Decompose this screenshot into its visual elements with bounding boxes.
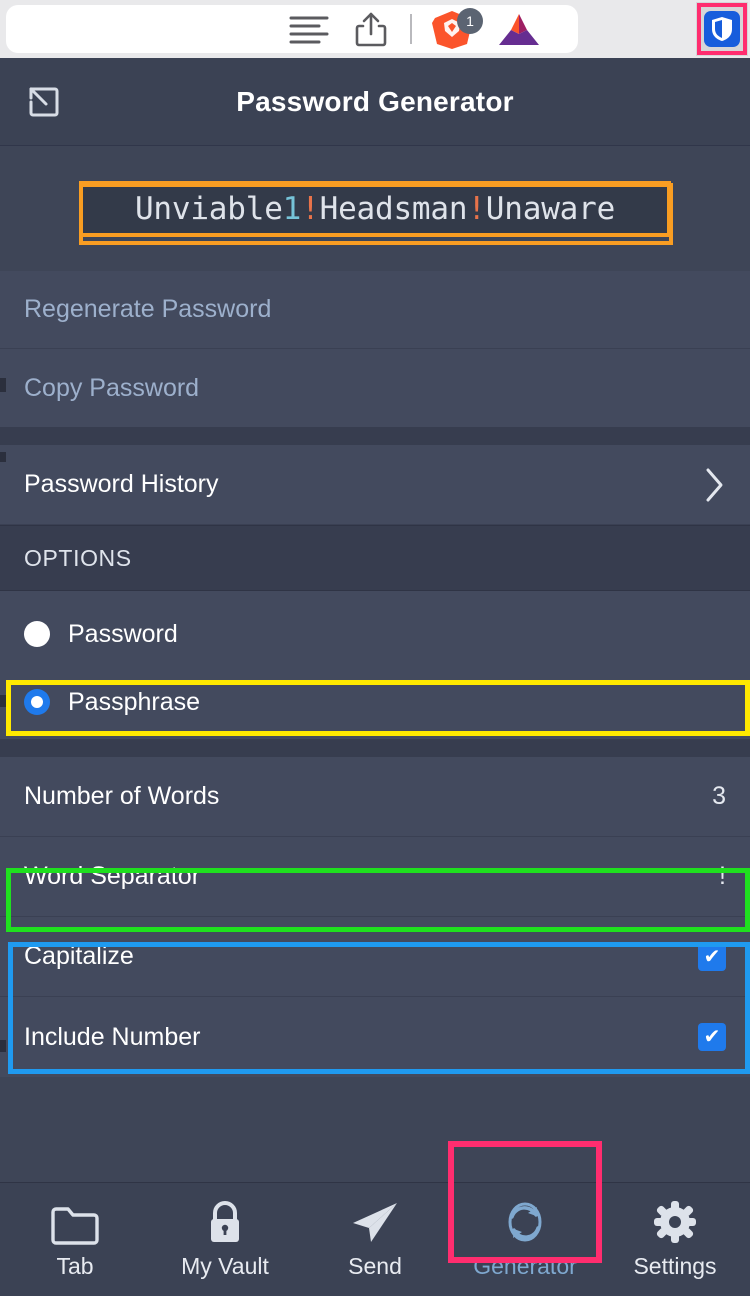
bitwarden-shield-icon: [704, 11, 740, 47]
tab-item-my-vault[interactable]: My Vault: [150, 1183, 300, 1296]
paper-plane-icon: [349, 1200, 401, 1246]
generated-password-text: Unviable1!Headsman!Unaware: [135, 191, 615, 227]
radio-passphrase-icon: [24, 689, 50, 715]
edge-sliver-2: [0, 452, 6, 462]
tab-label-settings: Settings: [633, 1252, 717, 1279]
reader-mode-icon[interactable]: [288, 13, 330, 45]
radio-password-icon: [24, 621, 50, 647]
popup-header: Password Generator: [0, 58, 750, 146]
page-title: Password Generator: [236, 85, 514, 117]
regenerate-password-button[interactable]: Regenerate Password: [0, 271, 750, 349]
include-number-checkbox[interactable]: ✔: [698, 1023, 726, 1051]
pop-out-icon[interactable]: [18, 80, 66, 124]
gear-icon: [651, 1200, 699, 1246]
password-word-3: Unaware: [485, 190, 616, 227]
password-word-2: Headsman: [319, 190, 468, 227]
tab-item-send[interactable]: Send: [300, 1183, 450, 1296]
section-gap-1: [0, 427, 750, 445]
password-word-1: Unviable: [134, 190, 283, 227]
brave-shield-count-badge[interactable]: 1: [457, 8, 483, 34]
include-number-row[interactable]: Include Number ✔: [0, 997, 750, 1077]
bottom-tab-bar: Tab My Vault Send Generator Settings: [0, 1182, 750, 1296]
options-section-header: OPTIONS: [0, 525, 750, 591]
radio-passphrase-label: Passphrase: [68, 687, 201, 716]
capitalize-checkbox[interactable]: ✔: [698, 942, 726, 971]
copy-password-label: Copy Password: [24, 373, 200, 402]
password-separator-1: !: [301, 190, 320, 227]
radio-row-password[interactable]: Password: [0, 603, 750, 665]
password-number: 1: [282, 190, 302, 227]
tab-label-my-vault: My Vault: [181, 1252, 269, 1279]
include-number-label: Include Number: [24, 1022, 201, 1051]
regenerate-password-label: Regenerate Password: [24, 295, 272, 323]
radio-password-label: Password: [68, 619, 178, 648]
options-section-title: OPTIONS: [24, 544, 132, 571]
word-separator-row[interactable]: Word Separator !: [0, 837, 750, 917]
copy-password-button[interactable]: Copy Password: [0, 349, 750, 427]
tab-label-tab: Tab: [56, 1252, 94, 1279]
password-history-label: Password History: [24, 470, 219, 498]
word-separator-label: Word Separator: [24, 862, 201, 890]
generator-type-group: Password Passphrase: [0, 591, 750, 739]
bat-token-icon[interactable]: [497, 12, 541, 48]
bitwarden-popup: Password Generator Unviable1!Headsman!Un…: [0, 58, 750, 1296]
tab-label-send: Send: [348, 1252, 402, 1279]
number-of-words-row[interactable]: Number of Words 3: [0, 757, 750, 837]
radio-row-passphrase[interactable]: Passphrase: [0, 665, 750, 739]
edge-sliver-4: [0, 1040, 6, 1052]
screenshot-root: 1 Password Generator Unviable1!Headsman!…: [0, 0, 750, 1296]
password-separator-2: !: [467, 190, 486, 227]
word-separator-value: !: [719, 862, 726, 890]
tab-label-generator: Generator: [473, 1252, 577, 1279]
password-history-row[interactable]: Password History: [0, 445, 750, 525]
generated-password-area: Unviable1!Headsman!Unaware: [0, 146, 750, 271]
tab-item-tab[interactable]: Tab: [0, 1183, 150, 1296]
toolbar-divider: [410, 14, 412, 44]
bitwarden-extension-button[interactable]: [696, 2, 748, 56]
chevron-right-icon: [704, 466, 726, 504]
section-gap-2: [0, 739, 750, 757]
browser-toolbar: 1: [0, 0, 750, 58]
folder-icon: [50, 1200, 100, 1246]
refresh-icon: [501, 1200, 549, 1246]
share-icon[interactable]: [352, 10, 390, 48]
tab-item-generator[interactable]: Generator: [450, 1183, 600, 1296]
edge-sliver-1: [0, 378, 6, 392]
edge-sliver-3: [0, 695, 6, 707]
lock-icon: [203, 1200, 247, 1246]
number-of-words-value: 3: [712, 782, 726, 810]
capitalize-row[interactable]: Capitalize ✔: [0, 917, 750, 997]
tab-item-settings[interactable]: Settings: [600, 1183, 750, 1296]
generated-password-box[interactable]: Unviable1!Headsman!Unaware: [79, 180, 671, 237]
capitalize-label: Capitalize: [24, 942, 134, 970]
number-of-words-label: Number of Words: [24, 782, 220, 810]
